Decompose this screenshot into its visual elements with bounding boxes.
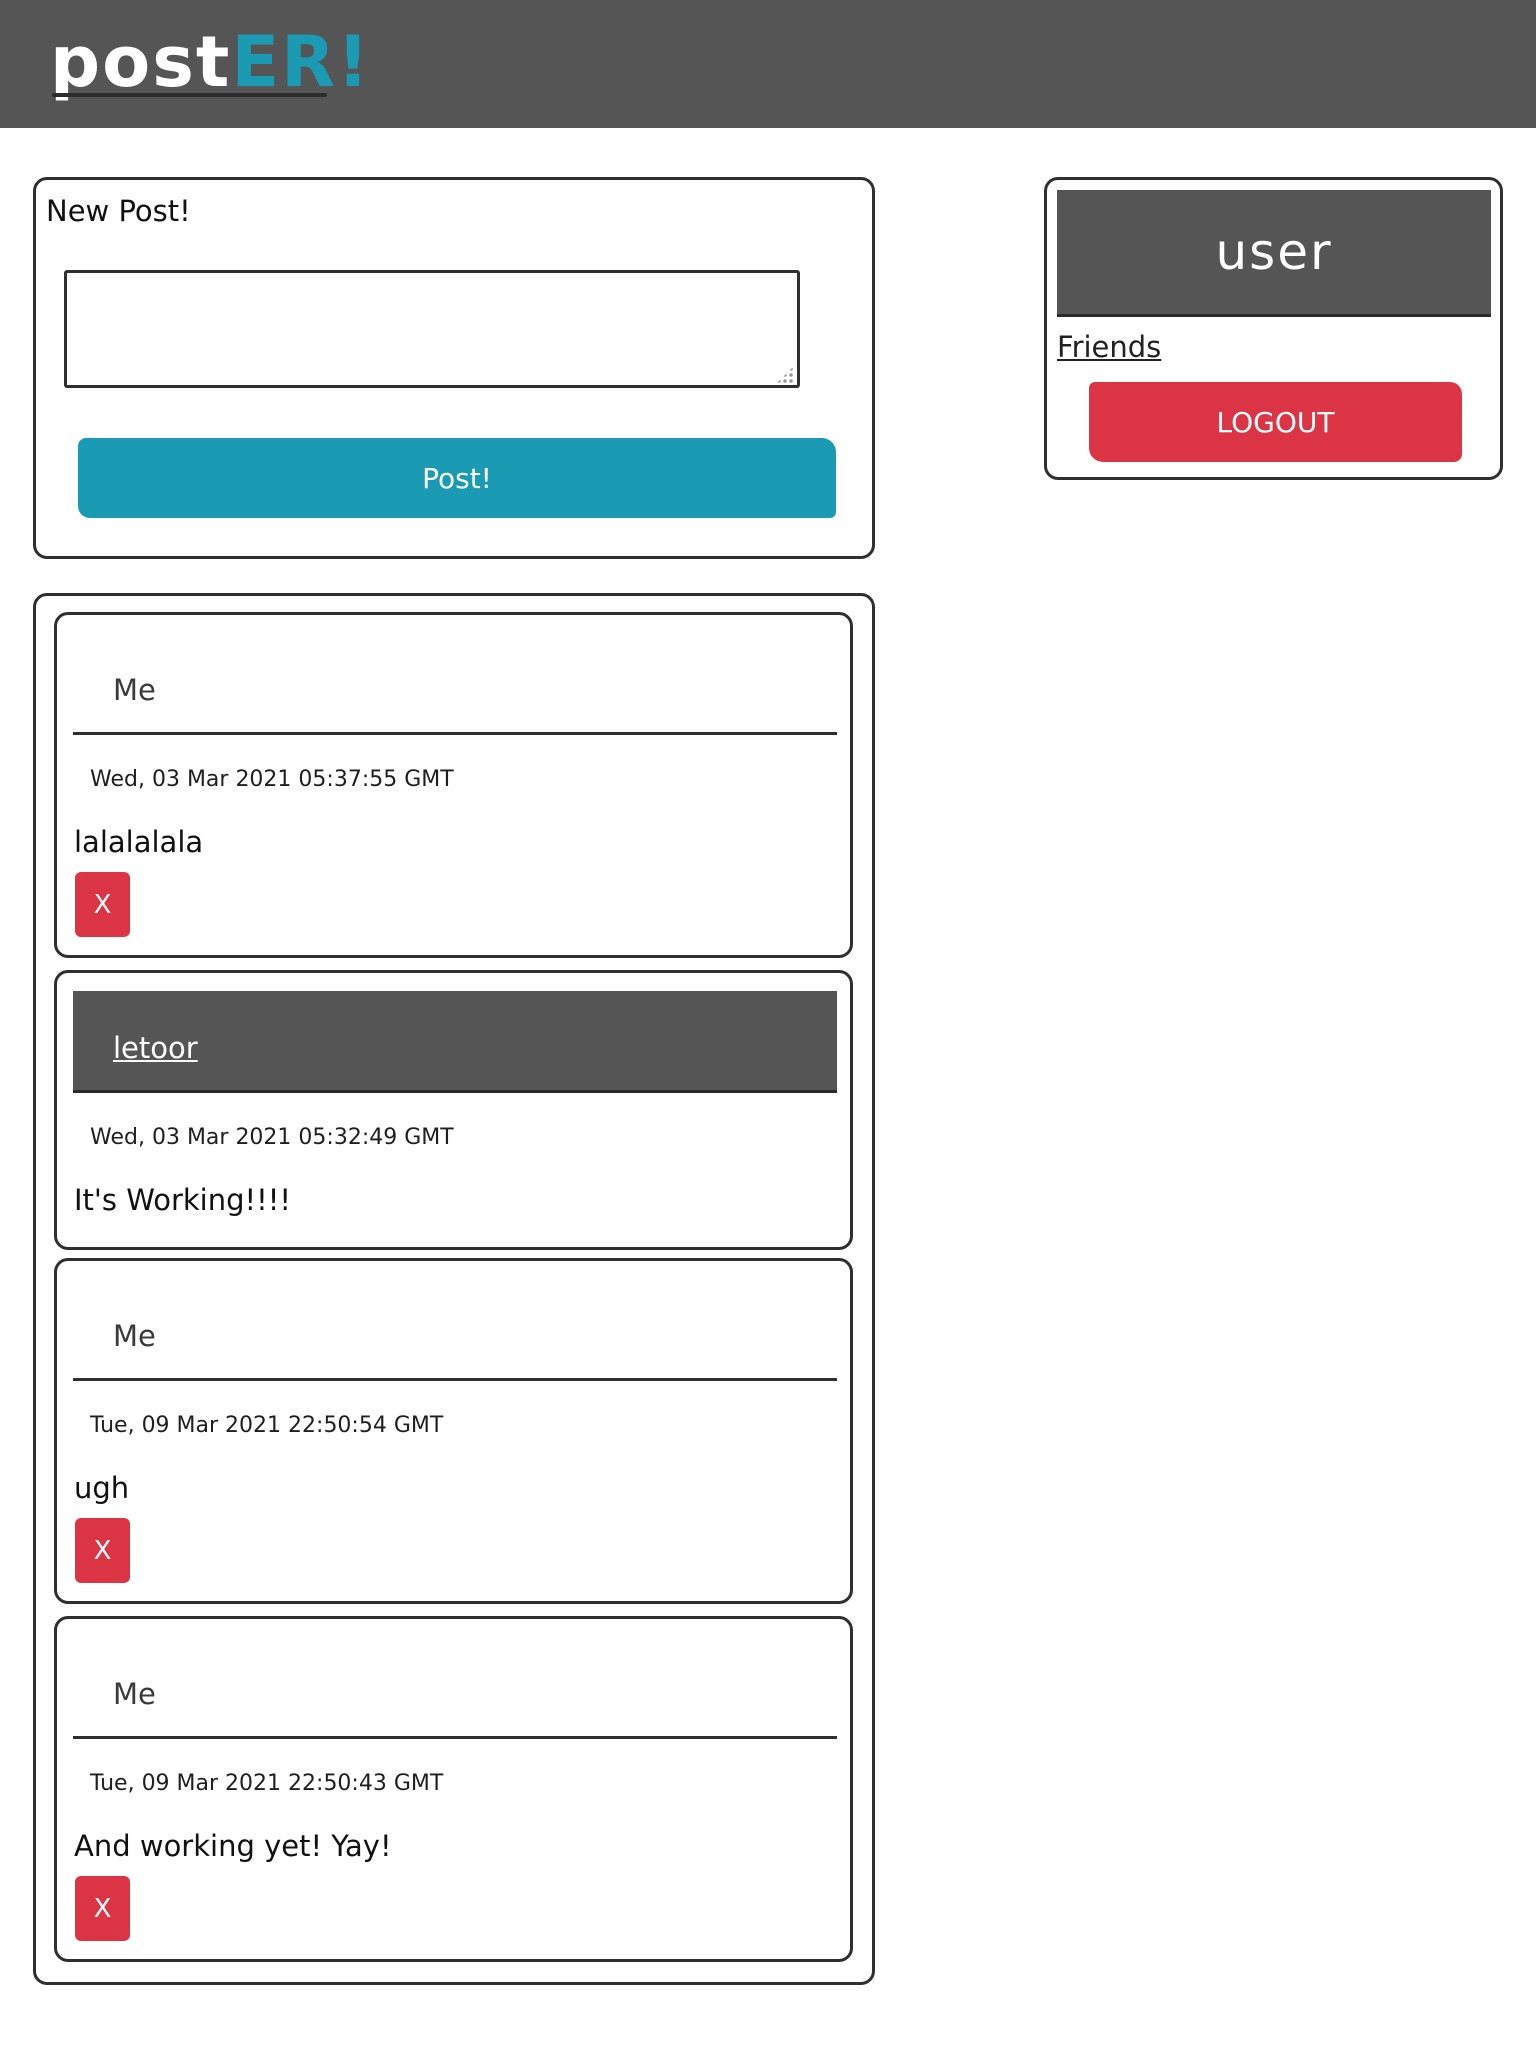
top-bar: postER! [0,0,1536,128]
post-timestamp: Wed, 03 Mar 2021 05:32:49 GMT [90,1125,454,1150]
post-timestamp: Wed, 03 Mar 2021 05:37:55 GMT [90,767,454,792]
post-author: Me [113,1677,156,1711]
username-heading: user [1057,190,1491,317]
post-header: letoor [73,991,837,1093]
post-card: Me Tue, 09 Mar 2021 22:50:43 GMT And wor… [54,1616,853,1962]
new-post-panel: New Post! Post! [33,177,875,559]
post-body: It's Working!!!! [74,1183,292,1217]
post-timestamp: Tue, 09 Mar 2021 22:50:54 GMT [90,1413,444,1438]
new-post-textarea[interactable] [64,270,800,388]
post-submit-button[interactable]: Post! [78,438,836,518]
delete-post-button[interactable]: X [75,1876,130,1941]
post-card: Me Wed, 03 Mar 2021 05:37:55 GMT lalalal… [54,612,853,958]
post-card: letoor Wed, 03 Mar 2021 05:32:49 GMT It'… [54,970,853,1250]
post-body: ugh [74,1471,130,1505]
feed-panel: Me Wed, 03 Mar 2021 05:37:55 GMT lalalal… [33,593,875,1985]
logo-text-er: ER! [231,21,371,103]
post-author: Me [113,1319,156,1353]
app-logo[interactable]: postER! [50,22,371,102]
logo-text-post: post [50,21,232,103]
post-header: Me [73,633,837,735]
delete-post-button[interactable]: X [75,1518,130,1583]
post-body: And working yet! Yay! [74,1829,392,1863]
post-body: lalalalala [74,825,204,859]
logo-underline [52,93,327,97]
post-timestamp: Tue, 09 Mar 2021 22:50:43 GMT [90,1771,444,1796]
logout-button[interactable]: LOGOUT [1089,382,1462,462]
user-panel: user Friends LOGOUT [1044,177,1503,480]
delete-post-button[interactable]: X [75,872,130,937]
new-post-title: New Post! [46,194,191,228]
post-author-link[interactable]: letoor [113,1031,198,1065]
post-card: Me Tue, 09 Mar 2021 22:50:54 GMT ugh X [54,1258,853,1604]
post-author: Me [113,673,156,707]
post-header: Me [73,1279,837,1381]
post-header: Me [73,1637,837,1739]
friends-link[interactable]: Friends [1057,330,1161,364]
